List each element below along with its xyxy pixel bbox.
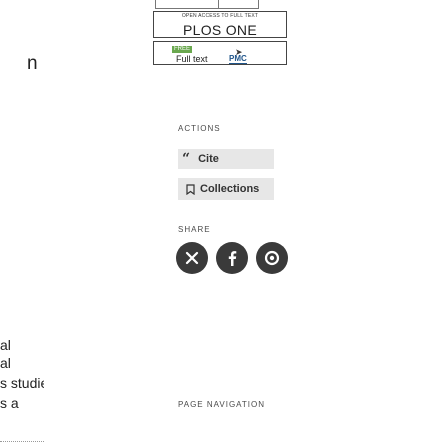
bookmark-icon bbox=[186, 183, 195, 195]
facebook-icon bbox=[228, 251, 237, 266]
text-fragment-2: al bbox=[0, 337, 11, 353]
open-access-caption: OPEN ACCESS TO FULL TEXT bbox=[181, 13, 259, 19]
pmc-logo: ➤ PMC bbox=[229, 48, 249, 64]
text-fragment-1: n bbox=[27, 53, 38, 74]
top-cropped-box bbox=[155, 0, 259, 9]
text-fragment-5: s a bbox=[0, 395, 19, 411]
share-heading: SHARE bbox=[178, 225, 211, 234]
email-icon bbox=[264, 250, 280, 266]
pmc-logo-text: PMC bbox=[229, 54, 247, 64]
actions-heading: ACTIONS bbox=[178, 124, 221, 133]
share-facebook-button[interactable] bbox=[216, 242, 248, 274]
cite-label: Cite bbox=[198, 153, 219, 165]
page-navigation-heading: PAGE NAVIGATION bbox=[178, 400, 266, 409]
share-buttons bbox=[176, 242, 296, 274]
collections-button[interactable]: Collections bbox=[178, 178, 274, 200]
free-badge: FREE bbox=[172, 46, 192, 53]
share-email-button[interactable] bbox=[256, 242, 288, 274]
journal-name: PLOS ONE bbox=[183, 22, 257, 38]
divider bbox=[0, 441, 44, 448]
quote-icon: “ bbox=[182, 151, 191, 167]
x-icon bbox=[185, 251, 199, 265]
collections-label: Collections bbox=[200, 183, 260, 195]
cite-button[interactable]: “ Cite bbox=[178, 149, 274, 169]
journal-link-box[interactable]: OPEN ACCESS TO FULL TEXT PLOS ONE bbox=[153, 11, 287, 38]
pmc-full-text-link[interactable]: FREE Full text ➤ PMC bbox=[153, 41, 287, 65]
full-text-label: Full text bbox=[176, 54, 208, 64]
share-x-button[interactable] bbox=[176, 242, 208, 274]
text-fragment-4: s studies bbox=[0, 375, 44, 391]
article-text-fragment: n al al s studies s a bbox=[0, 0, 44, 448]
text-fragment-3: al bbox=[0, 355, 11, 371]
